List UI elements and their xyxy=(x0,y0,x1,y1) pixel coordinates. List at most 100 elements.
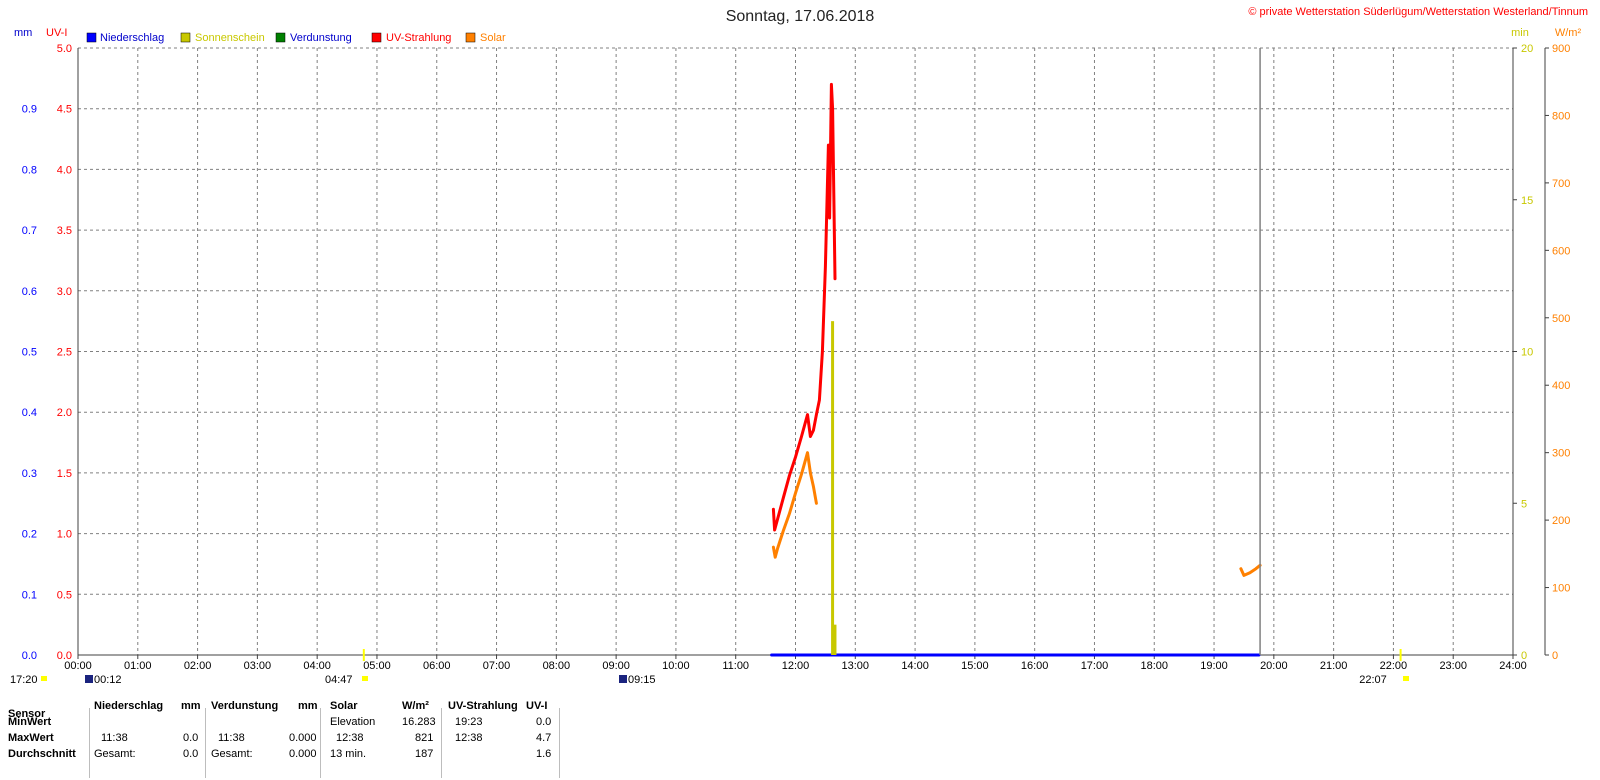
x-tick-label: 14:00 xyxy=(901,660,929,672)
y-tick-label-uv: 4.5 xyxy=(57,104,72,116)
x-tick-label: 19:00 xyxy=(1200,660,1228,672)
unit-label-wm2: W/m² xyxy=(1555,27,1582,39)
unit-label-mm: mm xyxy=(14,27,32,39)
sun-marker-icon xyxy=(362,676,368,681)
stats-max-uv-time: 12:38 xyxy=(455,732,483,744)
y-tick-label-wm2: 800 xyxy=(1552,110,1570,122)
y-tick-label-uv: 1.5 xyxy=(57,468,72,480)
moon-marker-icon xyxy=(85,675,93,683)
stats-max-solar-val: 821 xyxy=(415,732,434,744)
legend-swatch-uv xyxy=(371,32,382,43)
y-tick-label-wm2: 200 xyxy=(1552,515,1570,527)
stats-header-uv: UV-Strahlung xyxy=(448,700,518,712)
y-tick-label-wm2: 700 xyxy=(1552,178,1570,190)
sun-time-label: 09:15 xyxy=(628,674,656,686)
y-tick-label-wm2: 400 xyxy=(1552,380,1570,392)
stats-avg-solar-val: 187 xyxy=(415,748,434,760)
stats-separator-5 xyxy=(559,708,560,778)
y-tick-label-uv: 0.5 xyxy=(57,589,72,601)
x-tick-label: 23:00 xyxy=(1439,660,1467,672)
sun-time-label: 00:12 xyxy=(94,674,122,686)
x-tick-label: 03:00 xyxy=(244,660,272,672)
y-tick-label-mm: 0.0 xyxy=(22,650,37,662)
sunshine-bar xyxy=(831,321,835,655)
unit-label-min: min xyxy=(1511,27,1529,39)
stats-separator-2 xyxy=(205,708,206,778)
legend-label-uv: UV-Strahlung xyxy=(386,32,451,44)
y-tick-label-min: 0 xyxy=(1521,650,1527,662)
y-tick-label-uv: 1.0 xyxy=(57,529,72,541)
series-layer xyxy=(770,82,1262,657)
x-tick-label: 12:00 xyxy=(782,660,810,672)
sun-time-label: 04:47 xyxy=(325,674,353,686)
stats-avg-uv-val: 1.6 xyxy=(536,748,552,760)
sun-markers: 17:20 00:12 04:47 09:15 22:07 xyxy=(10,48,1409,686)
stats-header-niederschlag-unit: mm xyxy=(181,700,201,712)
x-tick-label: 21:00 xyxy=(1320,660,1348,672)
y-tick-label-wm2: 900 xyxy=(1552,43,1570,55)
y-tick-label-mm: 0.5 xyxy=(22,347,37,359)
sun-marker-icon xyxy=(1403,676,1409,681)
axes: 00:00 01:00 02:00 03:00 04:00 05:00 06:00 07:00… xyxy=(22,43,1571,672)
stats-row-label-min: MinWert xyxy=(8,716,52,728)
stats-max-nieder-val: 0.0 xyxy=(183,732,199,744)
y-tick-label-min: 20 xyxy=(1521,43,1533,55)
stats-header-verdunstung-unit: mm xyxy=(298,700,318,712)
y-tick-label-mm: 0.6 xyxy=(22,286,37,298)
stats-header-niederschlag: Niederschlag xyxy=(94,700,164,712)
y-tick-label-wm2: 0 xyxy=(1552,650,1558,662)
x-tick-label: 05:00 xyxy=(363,660,391,672)
stats-separator-1 xyxy=(89,708,90,778)
stats-max-solar-time: 12:38 xyxy=(336,732,364,744)
stats-avg-nieder-time: Gesamt: xyxy=(94,748,136,760)
stats-header-verdunstung: Verdunstung xyxy=(211,700,279,712)
x-tick-label: 11:00 xyxy=(722,660,749,672)
stats-header-solar-unit: W/m² xyxy=(402,700,429,712)
y-tick-label-mm: 0.1 xyxy=(22,589,37,601)
y-tick-label-uv: 3.5 xyxy=(57,225,72,237)
sunset-time-label: 22:07 xyxy=(1359,674,1387,686)
y-tick-label-wm2: 100 xyxy=(1552,583,1570,595)
sun-marker-icon xyxy=(41,676,47,681)
y-tick-label-min: 15 xyxy=(1521,195,1533,207)
x-tick-label: 13:00 xyxy=(842,660,870,672)
legend-label-niederschlag: Niederschlag xyxy=(100,32,164,44)
legend-swatch-niederschlag xyxy=(86,32,97,43)
legend-label-sonnenschein: Sonnenschein xyxy=(195,32,265,44)
legend-swatch-solar xyxy=(465,32,476,43)
legend-label-verdunstung: Verdunstung xyxy=(290,32,352,44)
y-tick-label-mm: 0.8 xyxy=(22,164,37,176)
stats-min-solar-val: 16.283 xyxy=(402,716,436,728)
stats-avg-verd-val: 0.000 xyxy=(289,748,317,760)
unit-label-uvi: UV-I xyxy=(46,27,67,39)
sun-time-label: 17:20 xyxy=(10,674,38,686)
stats-avg-verd-time: Gesamt: xyxy=(211,748,253,760)
x-tick-label: 15:00 xyxy=(961,660,989,672)
stats-min-uv-val: 0.0 xyxy=(536,716,552,728)
y-tick-label-wm2: 500 xyxy=(1552,313,1570,325)
x-tick-label: 17:00 xyxy=(1081,660,1109,672)
y-tick-label-uv: 3.0 xyxy=(57,286,72,298)
x-tick-label: 20:00 xyxy=(1260,660,1288,672)
y-tick-label-mm: 0.2 xyxy=(22,529,37,541)
x-tick-label: 18:00 xyxy=(1140,660,1168,672)
y-tick-label-min: 5 xyxy=(1521,498,1527,510)
stats-row-label-avg: Durchschnitt xyxy=(8,748,76,760)
stats-min-solar-time: Elevation xyxy=(330,716,376,728)
stats-max-verd-val: 0.000 xyxy=(289,732,317,744)
x-tick-label: 07:00 xyxy=(483,660,511,672)
y-tick-label-wm2: 300 xyxy=(1552,448,1570,460)
x-tick-label: 04:00 xyxy=(303,660,331,672)
x-tick-label: 09:00 xyxy=(602,660,630,672)
y-tick-label-mm: 0.9 xyxy=(22,104,37,116)
sunshine-bar xyxy=(833,624,837,655)
x-tick-label: 06:00 xyxy=(423,660,451,672)
x-tick-label: 22:00 xyxy=(1380,660,1408,672)
stats-avg-nieder-val: 0.0 xyxy=(183,748,199,760)
y-tick-label-uv: 5.0 xyxy=(57,43,72,55)
y-tick-label-wm2: 600 xyxy=(1552,245,1570,257)
stats-header-uv-unit: UV-I xyxy=(526,700,548,712)
stats-max-nieder-time: 11:38 xyxy=(101,732,128,744)
legend: Niederschlag Sonnenschein Verdunstung UV… xyxy=(86,32,506,44)
series-line-solar-evening xyxy=(1239,563,1262,577)
